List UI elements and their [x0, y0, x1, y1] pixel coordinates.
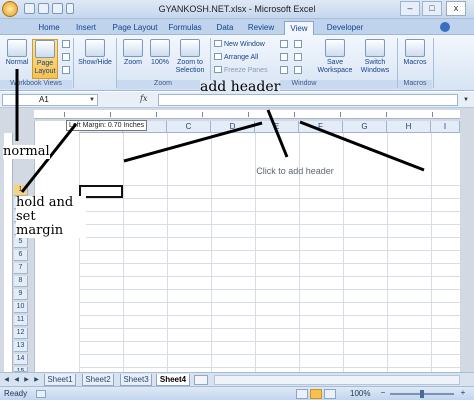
next-sheet-icon[interactable]: ▶ [22, 375, 31, 385]
annotation-hold-and-set-margin: hold and set margin [16, 196, 86, 238]
arrow-header-mid [266, 109, 289, 158]
zoom-level[interactable]: 100% [350, 389, 370, 398]
arrow-header-right [299, 120, 425, 172]
first-sheet-icon[interactable]: ◀ [2, 375, 11, 385]
page-break-status-button[interactable] [324, 389, 336, 399]
zoom-slider-thumb[interactable] [420, 390, 424, 398]
sheet-tab-bar: ◀ ◀ ▶ ▶ Sheet1 Sheet2 Sheet3 Sheet4 [0, 372, 474, 386]
zoom-in-button[interactable]: + [458, 388, 468, 397]
normal-view-status-button[interactable] [296, 389, 308, 399]
sheet-tab-sheet2[interactable]: Sheet2 [82, 374, 114, 386]
horizontal-scrollbar[interactable] [214, 375, 460, 385]
page-layout-status-button[interactable] [310, 389, 322, 399]
status-ready: Ready [4, 389, 28, 398]
annotation-add-header: add header [200, 79, 281, 95]
status-bar: Ready 100% − + [0, 386, 474, 400]
sheet-tab-sheet1[interactable]: Sheet1 [44, 374, 76, 386]
sheet-tab-sheet3[interactable]: Sheet3 [120, 374, 152, 386]
annotation-normal: normal [3, 144, 50, 159]
zoom-out-button[interactable]: − [378, 388, 388, 397]
sheet-tab-sheet4[interactable]: Sheet4 [156, 374, 190, 386]
macro-recording-icon[interactable] [36, 390, 46, 398]
insert-sheet-icon[interactable] [194, 375, 208, 385]
arrow-header-left [123, 121, 263, 163]
last-sheet-icon[interactable]: ▶ [32, 375, 41, 385]
prev-sheet-icon[interactable]: ◀ [12, 375, 21, 385]
